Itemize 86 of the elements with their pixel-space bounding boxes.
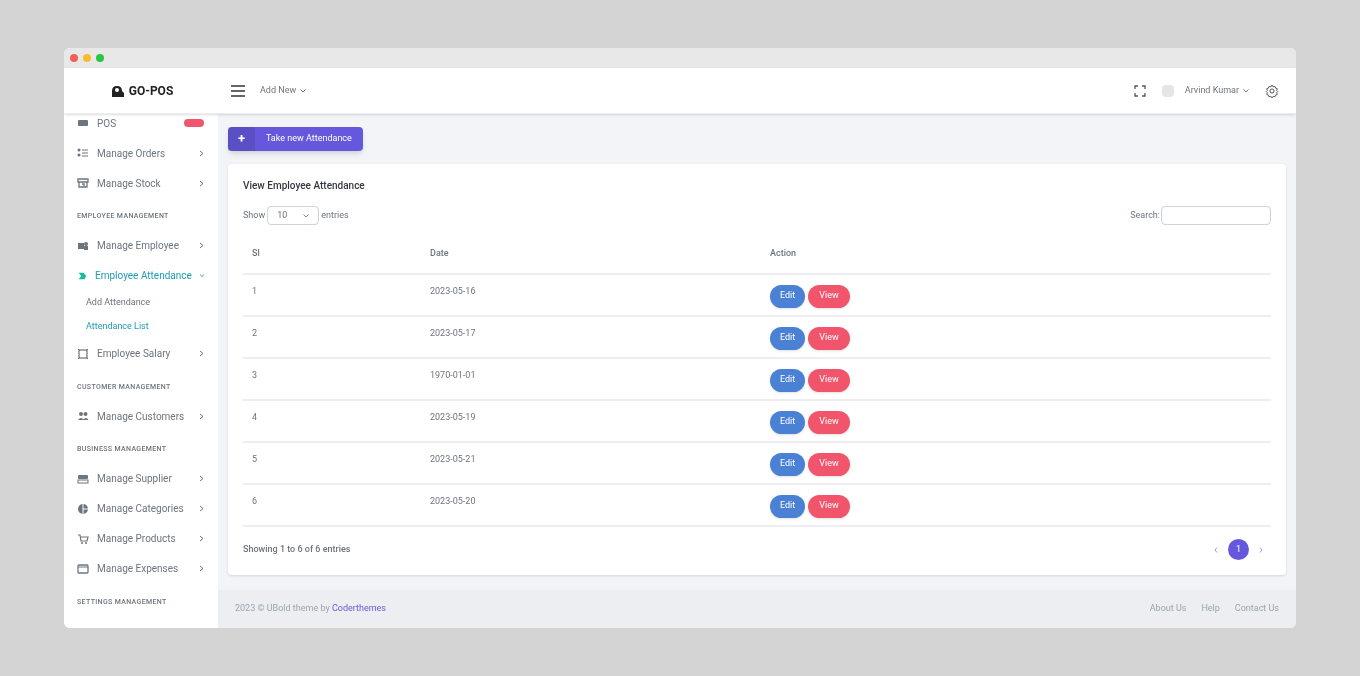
take-attendance-button[interactable]: + Take new Attendance [228, 127, 363, 151]
table-cell: 2023-05-20 [430, 496, 476, 506]
table-cell: 2023-05-17 [430, 328, 476, 338]
table-cell: 2 [252, 328, 258, 338]
sidebar-item[interactable]: Manage Stock [77, 168, 204, 198]
view-button[interactable]: View [808, 368, 850, 392]
fullscreen-icon[interactable] [1133, 84, 1146, 97]
entries-info: Showing 1 to 6 of 6 entries [243, 542, 351, 556]
people-icon [77, 239, 89, 252]
chevron-right-icon [199, 412, 204, 420]
add-new-dropdown[interactable]: Add New [260, 83, 307, 98]
table-cell: 2023-05-16 [430, 286, 476, 296]
chevron-right-icon [199, 535, 204, 542]
search-field[interactable] [1161, 206, 1271, 225]
sidebar-item[interactable]: Manage Expenses [77, 553, 204, 584]
view-button[interactable]: View [808, 494, 850, 518]
chevron-right-icon [199, 149, 204, 157]
maximize-icon[interactable] [96, 54, 104, 62]
footer-link[interactable]: Coderthemes [331, 603, 386, 614]
edit-button[interactable]: Edit [770, 284, 806, 308]
chevron-down-icon [199, 272, 204, 279]
table-cell: 2023-05-21 [430, 454, 476, 464]
table-cell: 4 [252, 412, 258, 422]
frame-icon [77, 347, 89, 360]
table-cell: 2023-05-19 [430, 412, 476, 422]
avatar-icon[interactable] [1161, 84, 1174, 97]
sidebar-item[interactable]: Employee Attendance [77, 260, 204, 291]
edit-button[interactable]: Edit [770, 410, 806, 434]
close-icon[interactable] [70, 54, 78, 62]
sidebar-item[interactable]: Manage Supplier [77, 463, 204, 494]
chevron-down-icon [300, 88, 307, 93]
sidebar-item[interactable]: Manage Customers [77, 401, 204, 431]
page-size-select[interactable]: 10 [267, 206, 320, 225]
copyright-text: 2023 © UBold theme by Coderthemes [235, 602, 386, 616]
view-button[interactable]: View [808, 410, 850, 434]
column-header[interactable]: Action [770, 247, 797, 258]
table-cell: 1 [252, 286, 258, 296]
sidebar-item[interactable]: Manage Products [77, 523, 204, 554]
search-label: Search: [1130, 208, 1160, 222]
sidebar-item[interactable]: Employee Salary [77, 338, 204, 369]
tray-icon [77, 472, 89, 485]
view-button[interactable]: View [808, 452, 850, 476]
table-cell: 1970-01-01 [430, 370, 476, 380]
minimize-icon[interactable] [83, 54, 91, 62]
chevron-right-icon [199, 350, 204, 357]
settings-icon[interactable] [1265, 83, 1279, 98]
edit-button[interactable]: Edit [770, 326, 806, 350]
users-icon [77, 410, 89, 422]
table-cell: 3 [252, 370, 258, 380]
table-cell: 5 [252, 454, 258, 464]
table-cell: 6 [252, 496, 258, 506]
edit-button[interactable]: Edit [770, 368, 806, 392]
chevron-right-icon [199, 505, 204, 512]
window-icon [77, 562, 89, 575]
list-icon [77, 147, 89, 159]
entries-label: entries [321, 208, 349, 222]
view-button[interactable]: View [808, 326, 850, 350]
page-button[interactable]: 1 [1228, 539, 1249, 560]
show-label: Show [243, 208, 266, 222]
chevron-down-icon [1243, 88, 1249, 93]
edit-button[interactable]: Edit [770, 494, 806, 518]
user-dropdown[interactable]: Arvind Kumar [1184, 83, 1249, 98]
register-icon [77, 117, 89, 129]
submenu-item[interactable]: Attendance List [77, 314, 204, 339]
chevron-down-icon [303, 213, 310, 218]
chevron-right-icon[interactable] [1259, 546, 1263, 553]
logo-text: GO-POS [128, 82, 174, 100]
edit-button[interactable]: Edit [770, 452, 806, 476]
store-icon [77, 177, 89, 189]
view-button[interactable]: View [808, 284, 850, 308]
chevron-left-icon[interactable] [1214, 546, 1218, 553]
sidebar-item[interactable]: Manage Categories [77, 493, 204, 524]
pie-chart-icon [77, 502, 89, 515]
sidebar-item[interactable]: Manage Employee [77, 230, 204, 261]
card-title: View Employee Attendance [243, 179, 366, 193]
sidebar-item[interactable]: Manage Orders [77, 138, 204, 168]
chevron-right-icon [199, 565, 204, 572]
column-header[interactable]: Sl [252, 247, 260, 258]
submenu-item[interactable]: Add Attendance [77, 290, 204, 315]
chevron-right-icon [199, 179, 204, 187]
menu-icon[interactable] [231, 84, 245, 97]
chevron-right-icon [199, 475, 204, 482]
cart-icon [77, 532, 89, 545]
column-header[interactable]: Date [430, 247, 449, 258]
sidebar-item[interactable]: POS [77, 114, 204, 138]
chevron-right-icon [199, 242, 204, 249]
